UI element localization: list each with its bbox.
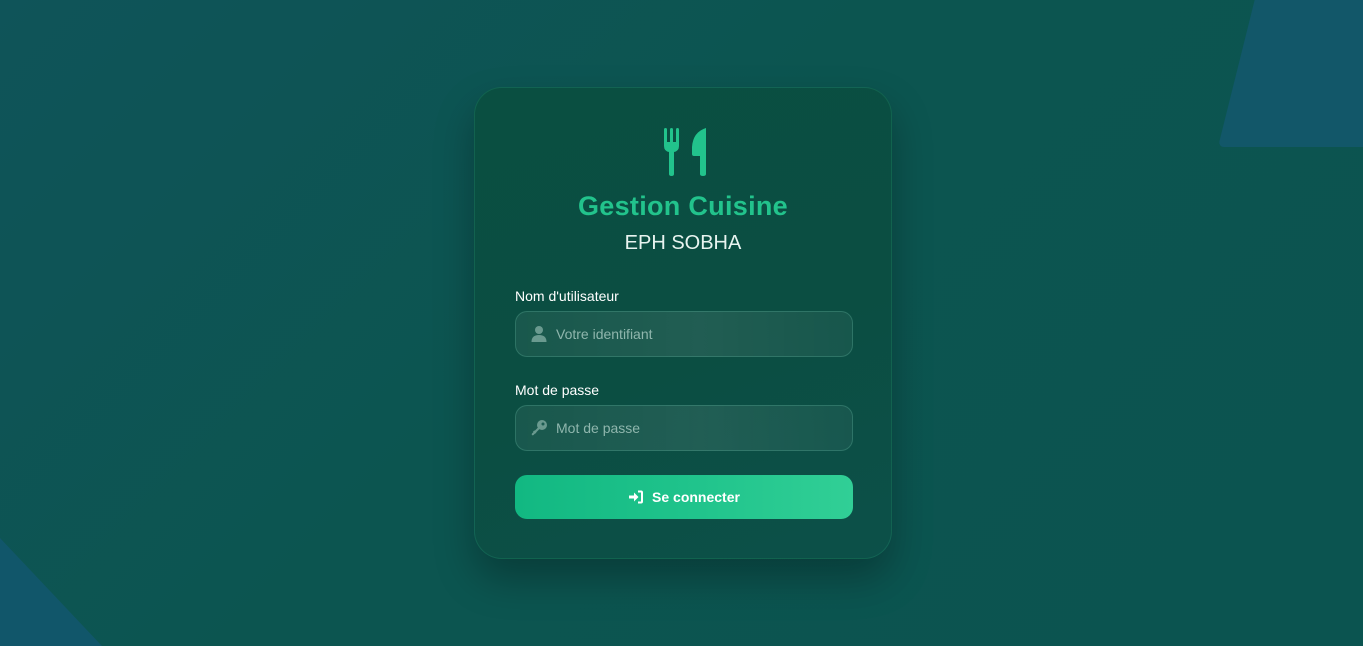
username-label: Nom d'utilisateur xyxy=(515,288,619,304)
app-subtitle: EPH SOBHA xyxy=(624,232,742,254)
background-shape-bottom-left xyxy=(0,538,102,646)
password-input[interactable] xyxy=(556,406,836,450)
utensils-icon xyxy=(664,128,706,176)
key-icon xyxy=(531,420,547,436)
background-shape-top-right xyxy=(1218,0,1363,147)
login-button-label: Se connecter xyxy=(652,489,740,505)
password-field[interactable] xyxy=(515,405,853,451)
login-card: Gestion Cuisine EPH SOBHA Nom d'utilisat… xyxy=(474,87,892,559)
username-field[interactable] xyxy=(515,311,853,357)
login-button[interactable]: Se connecter xyxy=(515,475,853,519)
app-title: Gestion Cuisine xyxy=(577,191,789,221)
username-input[interactable] xyxy=(556,312,836,356)
user-icon xyxy=(531,326,547,342)
password-label: Mot de passe xyxy=(515,382,600,398)
sign-in-icon xyxy=(629,490,644,504)
